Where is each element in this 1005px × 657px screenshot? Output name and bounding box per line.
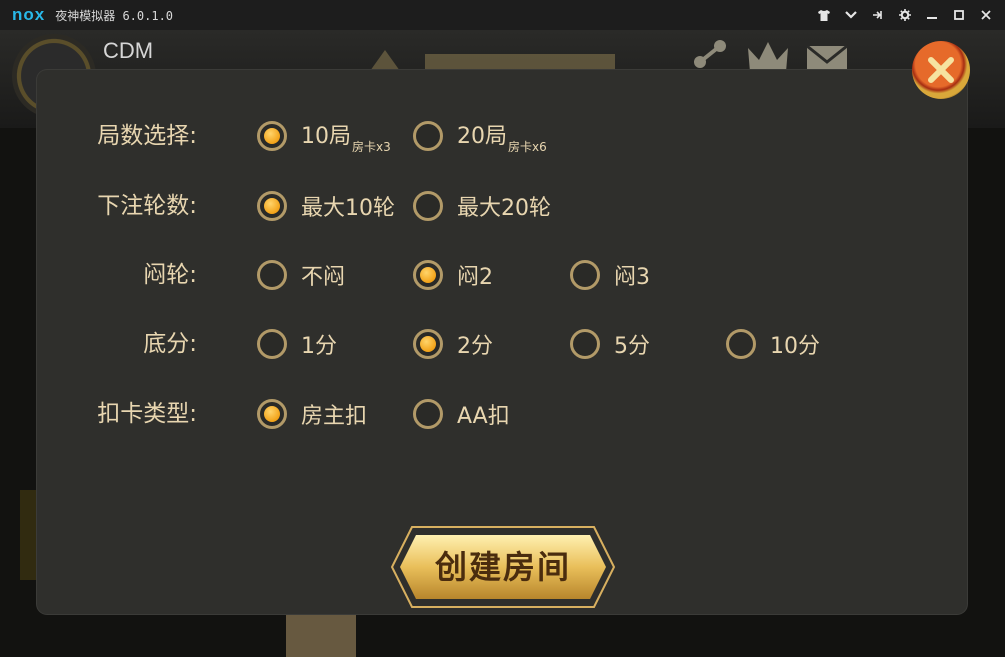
shirt-icon[interactable] bbox=[810, 0, 837, 30]
radio-option[interactable]: 不闷 bbox=[257, 253, 345, 297]
radio-button[interactable] bbox=[413, 399, 443, 429]
option-text: 房主扣 bbox=[301, 404, 368, 429]
chevron-down-icon[interactable] bbox=[837, 0, 864, 30]
option-label: 闷2 bbox=[457, 259, 493, 291]
create-room-button[interactable]: 创建房间 bbox=[390, 525, 616, 609]
option-subtext: 房卡x3 bbox=[352, 139, 391, 154]
window-controls bbox=[810, 0, 999, 30]
radio-button[interactable] bbox=[413, 121, 443, 151]
option-text: 10局 bbox=[301, 123, 351, 149]
radio-option[interactable]: 2分 bbox=[413, 322, 493, 366]
option-label: 房主扣 bbox=[301, 398, 367, 430]
option-text: 2分 bbox=[457, 334, 493, 359]
minimize-icon[interactable] bbox=[918, 0, 945, 30]
option-label: 不闷 bbox=[301, 259, 345, 291]
option-text: 最大10轮 bbox=[301, 196, 395, 221]
radio-button[interactable] bbox=[570, 329, 600, 359]
radio-option[interactable]: 10分 bbox=[726, 322, 820, 366]
option-row: 扣卡类型: 房主扣 AA扣 bbox=[37, 392, 967, 436]
close-x-icon bbox=[928, 57, 954, 83]
option-row: 下注轮数: 最大10轮 最大20轮 bbox=[37, 184, 967, 228]
radio-option[interactable]: 闷3 bbox=[570, 253, 650, 297]
option-text: 最大20轮 bbox=[457, 196, 551, 221]
title-bar: nox 夜神模拟器 6.0.1.0 bbox=[0, 0, 1005, 30]
option-label: AA扣 bbox=[457, 398, 510, 430]
row-label: 底分: bbox=[143, 331, 197, 357]
option-row: 闷轮: 不闷 闷2 闷3 bbox=[37, 253, 967, 297]
create-room-label: 创建房间 bbox=[434, 548, 571, 586]
option-text: 10分 bbox=[770, 334, 820, 359]
radio-button[interactable] bbox=[257, 399, 287, 429]
radio-option[interactable]: 10局房卡x3 bbox=[257, 114, 391, 158]
radio-button[interactable] bbox=[570, 260, 600, 290]
option-text: 20局 bbox=[457, 123, 507, 149]
radio-button[interactable] bbox=[257, 191, 287, 221]
nox-logo: nox bbox=[12, 5, 46, 24]
radio-option[interactable]: 20局房卡x6 bbox=[413, 114, 547, 158]
row-label: 闷轮: bbox=[143, 262, 197, 288]
radio-option[interactable]: 1分 bbox=[257, 322, 337, 366]
option-label: 1分 bbox=[301, 328, 337, 360]
radio-button[interactable] bbox=[257, 121, 287, 151]
radio-button[interactable] bbox=[257, 260, 287, 290]
row-label: 局数选择: bbox=[97, 123, 197, 149]
background-decoration bbox=[286, 610, 356, 657]
option-row: 底分: 1分 2分 5分 10分 bbox=[37, 322, 967, 366]
option-label: 最大10轮 bbox=[301, 190, 395, 222]
option-text: 1分 bbox=[301, 334, 337, 359]
radio-option[interactable]: 房主扣 bbox=[257, 392, 367, 436]
radio-option[interactable]: 闷2 bbox=[413, 253, 493, 297]
row-label: 扣卡类型: bbox=[97, 401, 197, 427]
pin-icon[interactable] bbox=[864, 0, 891, 30]
radio-button[interactable] bbox=[257, 329, 287, 359]
radio-button[interactable] bbox=[413, 329, 443, 359]
option-label: 2分 bbox=[457, 328, 493, 360]
row-label: 下注轮数: bbox=[97, 193, 197, 219]
maximize-icon[interactable] bbox=[945, 0, 972, 30]
option-label: 最大20轮 bbox=[457, 190, 551, 222]
radio-button[interactable] bbox=[413, 191, 443, 221]
radio-option[interactable]: 最大10轮 bbox=[257, 184, 395, 228]
window-title: 夜神模拟器 6.0.1.0 bbox=[55, 8, 174, 23]
radio-option[interactable]: 最大20轮 bbox=[413, 184, 551, 228]
username: CDM bbox=[103, 38, 154, 63]
radio-button[interactable] bbox=[413, 260, 443, 290]
option-text: 5分 bbox=[614, 334, 650, 359]
radio-option[interactable]: 5分 bbox=[570, 322, 650, 366]
option-subtext: 房卡x6 bbox=[508, 139, 547, 154]
option-label: 闷3 bbox=[614, 259, 650, 291]
option-text: 闷3 bbox=[614, 265, 650, 290]
option-row: 局数选择: 10局房卡x3 20局房卡x6 bbox=[37, 114, 967, 158]
radio-button[interactable] bbox=[726, 329, 756, 359]
option-label: 10局房卡x3 bbox=[301, 118, 391, 155]
option-text: 闷2 bbox=[457, 265, 493, 290]
gear-icon[interactable] bbox=[891, 0, 918, 30]
option-text: AA扣 bbox=[457, 404, 510, 429]
option-label: 5分 bbox=[614, 328, 650, 360]
option-text: 不闷 bbox=[301, 265, 346, 290]
option-label: 20局房卡x6 bbox=[457, 118, 547, 155]
option-label: 10分 bbox=[770, 328, 820, 360]
radio-option[interactable]: AA扣 bbox=[413, 392, 510, 436]
close-dialog-button[interactable] bbox=[912, 41, 970, 99]
close-icon[interactable] bbox=[972, 0, 999, 30]
